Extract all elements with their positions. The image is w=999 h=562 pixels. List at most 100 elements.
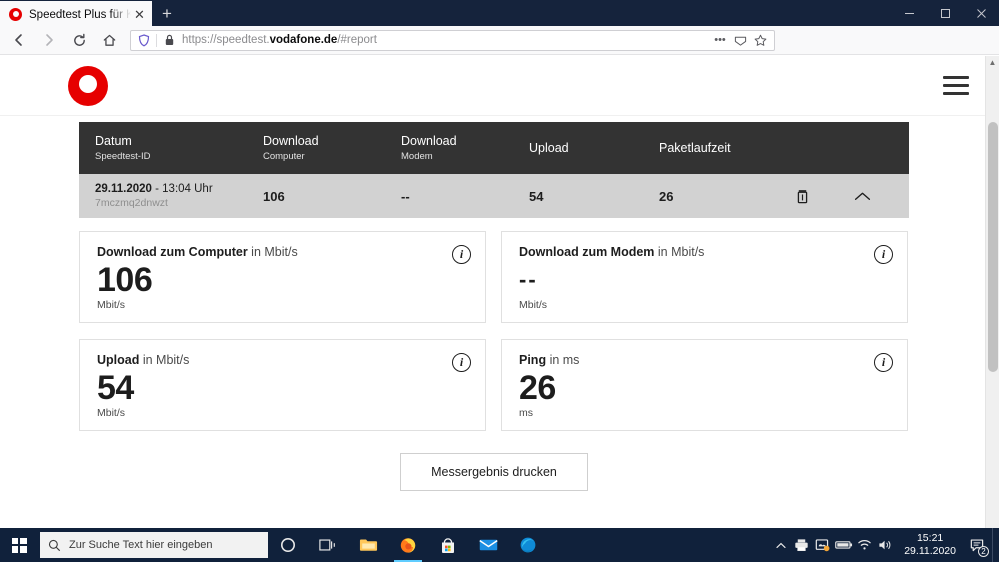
card-title-bold: Upload	[97, 353, 140, 367]
reader-view-icon[interactable]	[730, 31, 750, 49]
card-title-unit-suffix: in Mbit/s	[247, 245, 298, 259]
taskbar-clock[interactable]: 15:21 29.11.2020	[896, 528, 964, 562]
task-view-icon[interactable]	[308, 528, 348, 562]
card-unit: Mbit/s	[519, 299, 548, 311]
tray-chevron-up-icon[interactable]	[770, 528, 791, 562]
card-title: Download zum Modem in Mbit/s	[519, 245, 892, 259]
cell-download-computer: 106	[263, 188, 285, 204]
page-viewport: Datum Speedtest-ID Download Computer Dow…	[0, 56, 999, 528]
action-center-icon[interactable]: 2	[964, 528, 992, 562]
restore-icon[interactable]	[927, 0, 963, 26]
page-actions-ellipsis-icon[interactable]: •••	[710, 31, 730, 49]
wifi-icon[interactable]	[854, 528, 875, 562]
cell-download-modem: --	[401, 188, 410, 204]
info-icon[interactable]: i	[452, 245, 471, 264]
url-path: /#report	[337, 34, 377, 46]
print-result-button[interactable]: Messergebnis drucken	[400, 453, 588, 491]
card-value: --	[519, 267, 538, 292]
vodafone-logo[interactable]	[68, 65, 108, 106]
cortana-icon[interactable]	[268, 528, 308, 562]
page-scrollbar[interactable]: ▲	[985, 56, 999, 528]
card-title-unit-suffix: in Mbit/s	[654, 245, 705, 259]
new-tab-button[interactable]: +	[152, 1, 182, 26]
trash-icon[interactable]	[789, 183, 815, 209]
card-unit: Mbit/s	[97, 299, 126, 311]
table-row[interactable]: 29.11.2020 - 13:04 Uhr 7mczmq2dnwzt 106 …	[79, 174, 909, 218]
url-divider	[156, 33, 157, 47]
windows-start-icon[interactable]	[0, 528, 38, 562]
tab-title: Speedtest Plus für Kabel- und D	[29, 8, 131, 21]
table-header-row: Datum Speedtest-ID Download Computer Dow…	[79, 122, 909, 174]
padlock-icon[interactable]	[160, 34, 178, 46]
address-bar-actions: •••	[710, 31, 770, 49]
page-hamburger-menu[interactable]	[943, 76, 969, 95]
row-time: 13:04 Uhr	[162, 183, 213, 195]
card-title-bold: Download zum Computer	[97, 245, 248, 259]
search-magnifier-icon	[48, 539, 64, 552]
battery-icon[interactable]	[833, 528, 854, 562]
info-icon[interactable]: i	[874, 245, 893, 264]
file-explorer-icon[interactable]	[348, 528, 388, 562]
windows-taskbar: Zur Suche Text hier eingeben 15:21 29.11…	[0, 528, 999, 562]
taskbar-search-input[interactable]: Zur Suche Text hier eingeben	[40, 532, 268, 558]
card-title: Upload in Mbit/s	[97, 353, 470, 367]
scrollbar-thumb[interactable]	[988, 122, 998, 372]
mail-icon[interactable]	[468, 528, 508, 562]
site-header	[0, 56, 999, 116]
scroll-up-arrow-icon[interactable]: ▲	[986, 56, 999, 69]
close-icon[interactable]: ✕	[131, 6, 148, 23]
volume-icon[interactable]	[875, 528, 896, 562]
browser-titlebar: Speedtest Plus für Kabel- und D ✕ +	[0, 0, 999, 26]
column-subtitle: Modem	[401, 151, 433, 162]
card-title-bold: Ping	[519, 353, 547, 367]
window-close-icon[interactable]	[963, 0, 999, 26]
tracking-protection-shield-icon[interactable]	[135, 33, 153, 47]
card-unit: Mbit/s	[97, 407, 126, 419]
notification-count-badge: 2	[978, 546, 989, 557]
column-header-download-computer: Download Computer	[263, 133, 401, 163]
column-title: Datum	[95, 134, 132, 148]
url-text[interactable]: https://speedtest.vodafone.de/#report	[182, 34, 710, 46]
row-datetime: 29.11.2020 - 13:04 Uhr	[95, 183, 263, 195]
cell-actions	[789, 183, 909, 209]
firefox-icon[interactable]	[388, 528, 428, 562]
card-download-computer: Download zum Computer in Mbit/s 106 Mbit…	[79, 231, 486, 323]
home-icon[interactable]	[96, 27, 122, 53]
card-title: Ping in ms	[519, 353, 892, 367]
tab-strip: Speedtest Plus für Kabel- und D ✕ +	[0, 0, 182, 26]
column-header-paketlaufzeit: Paketlaufzeit	[659, 140, 789, 156]
print-row: Messergebnis drucken	[79, 453, 909, 491]
edge-icon[interactable]	[508, 528, 548, 562]
printer-icon[interactable]	[791, 528, 812, 562]
browser-navigation-bar: https://speedtest.vodafone.de/#report ••…	[0, 26, 999, 75]
onedrive-icon[interactable]	[812, 528, 833, 562]
window-controls	[891, 0, 999, 26]
system-tray: 15:21 29.11.2020 2	[770, 528, 999, 562]
card-value: 26	[519, 369, 556, 407]
chevron-up-icon[interactable]	[849, 183, 875, 209]
row-date-separator: -	[151, 183, 163, 195]
column-title: Upload	[529, 141, 569, 155]
address-bar[interactable]: https://speedtest.vodafone.de/#report ••…	[130, 29, 775, 51]
info-icon[interactable]: i	[874, 353, 893, 372]
browser-tab[interactable]: Speedtest Plus für Kabel- und D ✕	[0, 1, 152, 26]
url-domain: vodafone.de	[269, 34, 338, 46]
cell-upload: 54	[529, 188, 544, 204]
reload-icon[interactable]	[66, 27, 92, 53]
search-placeholder-text: Zur Suche Text hier eingeben	[69, 539, 213, 551]
show-desktop-button[interactable]	[992, 528, 997, 562]
card-ping: Ping in ms 26 ms i	[501, 339, 908, 431]
info-icon[interactable]: i	[452, 353, 471, 372]
metric-cards: Download zum Computer in Mbit/s 106 Mbit…	[79, 231, 909, 431]
column-header-datum: Datum Speedtest-ID	[95, 133, 263, 163]
card-upload: Upload in Mbit/s 54 Mbit/s i	[79, 339, 486, 431]
forward-arrow-icon[interactable]	[36, 27, 62, 53]
back-arrow-icon[interactable]	[6, 27, 32, 53]
bookmark-star-icon[interactable]	[750, 31, 770, 49]
card-value: 106	[97, 261, 153, 299]
card-download-modem: Download zum Modem in Mbit/s -- Mbit/s i	[501, 231, 908, 323]
card-title-unit-suffix: in Mbit/s	[139, 353, 190, 367]
minimize-icon[interactable]	[891, 0, 927, 26]
vodafone-favicon	[8, 7, 23, 22]
microsoft-store-icon[interactable]	[428, 528, 468, 562]
